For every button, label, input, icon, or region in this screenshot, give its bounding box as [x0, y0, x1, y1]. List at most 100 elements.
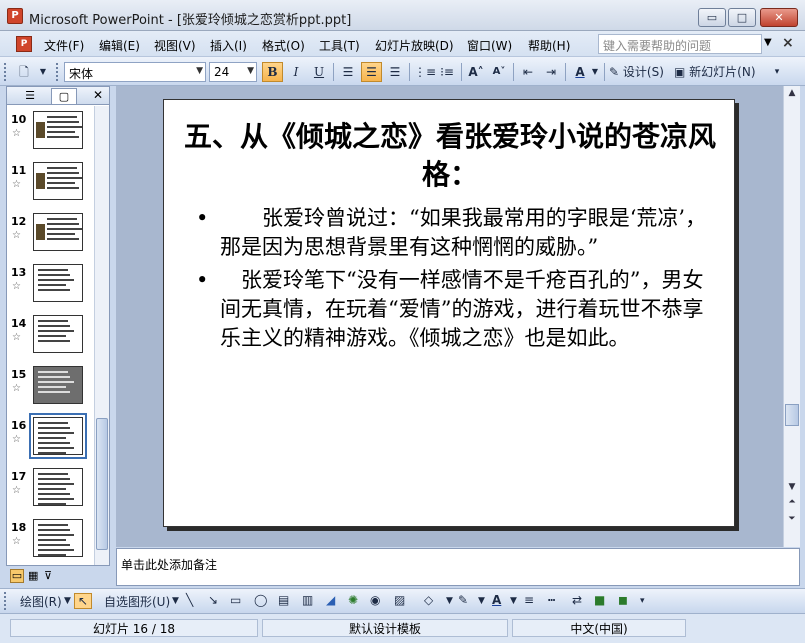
scrollbar-thumb[interactable] — [96, 418, 108, 550]
close-icon[interactable]: ✕ — [93, 88, 103, 102]
line-color-icon[interactable]: ✎ — [458, 593, 468, 607]
slide-preview[interactable] — [33, 111, 83, 149]
wordart-icon[interactable]: ◢ — [326, 593, 335, 607]
menu-insert[interactable]: 插入(I) — [210, 37, 247, 54]
chevron-down-icon[interactable]: ▼ — [510, 596, 517, 606]
slide-preview[interactable] — [33, 519, 83, 557]
3d-style-icon[interactable]: ◼ — [618, 593, 628, 607]
increase-indent-icon[interactable]: ⇥ — [541, 62, 561, 82]
design-button[interactable]: ✎ 设计(S) — [609, 62, 671, 82]
scroll-up-icon[interactable]: ▲ — [785, 87, 799, 101]
picture-icon[interactable]: ▨ — [394, 593, 405, 607]
new-document-icon[interactable]: 🗋 — [12, 62, 36, 82]
slide-thumbnail[interactable]: 14 ☆ — [7, 314, 93, 365]
vertical-textbox-icon[interactable]: ▥ — [302, 593, 313, 607]
current-slide[interactable]: 五、从《倾城之恋》看张爱玲小说的苍凉风格： 张爱玲曾说过：“如果我最常用的字眼是… — [163, 99, 735, 527]
toolbar-grip[interactable] — [56, 63, 59, 81]
help-search-input[interactable]: 键入需要帮助的问题 — [598, 34, 762, 54]
slide-body[interactable]: 张爱玲曾说过：“如果我最常用的字眼是‘荒凉’，那是因为思想背景里有这种惘惘的威胁… — [196, 204, 721, 357]
fill-color-icon[interactable]: ◇ — [424, 593, 433, 607]
tab-slides[interactable]: ▢ — [51, 88, 77, 104]
menu-slideshow[interactable]: 幻灯片放映(D) — [375, 37, 454, 54]
toolbar-options-icon[interactable]: ▾ — [640, 596, 645, 606]
slide-thumbnail[interactable]: 17 ☆ — [7, 467, 93, 518]
decrease-indent-icon[interactable]: ⇤ — [518, 62, 538, 82]
slideshow-icon[interactable]: ⊽ — [44, 569, 52, 582]
chevron-down-icon[interactable]: ▼ — [764, 37, 772, 48]
dash-style-icon[interactable]: ┅ — [548, 593, 555, 607]
numbered-list-icon[interactable]: ⋮≡ — [414, 62, 436, 82]
textbox-tool-icon[interactable]: ▤ — [278, 593, 289, 607]
slide-thumbnail[interactable]: 15 ☆ — [7, 365, 93, 416]
increase-font-icon[interactable]: A˄ — [466, 62, 486, 82]
diagram-icon[interactable]: ✺ — [348, 593, 358, 607]
chevron-down-icon[interactable]: ▼ — [64, 596, 71, 606]
underline-button[interactable]: U — [309, 62, 329, 82]
menu-view[interactable]: 视图(V) — [154, 37, 196, 54]
slide-preview[interactable] — [33, 366, 83, 404]
align-right-icon[interactable]: ☰ — [385, 62, 405, 82]
toolbar-options-icon[interactable]: ▾ — [770, 62, 784, 82]
chevron-down-icon[interactable]: ▼ — [172, 596, 179, 606]
slide-thumbnail[interactable]: 10 ☆ — [7, 110, 93, 161]
bold-button[interactable]: B — [262, 62, 283, 82]
slide-thumbnail[interactable]: 13 ☆ — [7, 263, 93, 314]
decrease-font-icon[interactable]: A˅ — [489, 62, 509, 82]
slide-preview[interactable] — [33, 468, 83, 506]
arrow-tool-icon[interactable]: ↘ — [208, 593, 218, 607]
arrow-style-icon[interactable]: ⇄ — [572, 593, 582, 607]
toolbar-grip[interactable] — [4, 592, 7, 610]
font-name-select[interactable]: 宋体 ▼ — [64, 62, 206, 82]
powerpoint-app-icon[interactable]: P — [7, 8, 23, 24]
font-color-icon[interactable]: A — [570, 62, 590, 82]
menu-file[interactable]: 文件(F) — [44, 37, 84, 54]
menu-help[interactable]: 帮助(H) — [528, 37, 570, 54]
slide-preview[interactable] — [33, 213, 83, 251]
notes-pane[interactable]: 单击此处添加备注 — [116, 548, 800, 586]
font-size-select[interactable]: 24 ▼ — [209, 62, 257, 82]
select-pointer-icon[interactable]: ↖ — [74, 593, 92, 609]
slide-bullet[interactable]: 张爱玲笔下“没有一样感情不是千疮百孔的”，男女间无真情，在玩着“爱情”的游戏，进… — [196, 266, 721, 353]
slide-thumbnail[interactable]: 11 ☆ — [7, 161, 93, 212]
slide-preview[interactable] — [33, 315, 83, 353]
previous-slide-icon[interactable]: ⏶ — [785, 496, 799, 510]
scroll-down-icon[interactable]: ▼ — [785, 481, 799, 495]
normal-view-icon[interactable]: ▭ — [10, 569, 24, 583]
toolbar-grip[interactable] — [4, 63, 7, 81]
align-center-icon[interactable]: ☰ — [361, 62, 382, 82]
shadow-style-icon[interactable]: ■ — [594, 593, 605, 607]
slide-scrollbar[interactable]: ▲ ▼ ⏶ ⏷ — [783, 86, 800, 547]
italic-button[interactable]: I — [286, 62, 306, 82]
document-icon[interactable]: P — [16, 36, 32, 52]
slide-title[interactable]: 五、从《倾城之恋》看张爱玲小说的苍凉风格： — [164, 118, 736, 194]
font-color-icon[interactable]: A — [492, 593, 501, 607]
tab-outline[interactable]: ☰ — [17, 88, 43, 104]
draw-menu-button[interactable]: 绘图(R) — [20, 593, 62, 610]
minimize-button[interactable]: ▭ — [698, 8, 726, 27]
slide-sorter-icon[interactable]: ▦ — [28, 569, 38, 582]
slide-thumbnail[interactable]: 12 ☆ — [7, 212, 93, 263]
slide-bullet[interactable]: 张爱玲曾说过：“如果我最常用的字眼是‘荒凉’，那是因为思想背景里有这种惘惘的威胁… — [196, 204, 721, 262]
close-document-icon[interactable]: × — [782, 35, 794, 51]
next-slide-icon[interactable]: ⏷ — [785, 513, 799, 527]
clipart-icon[interactable]: ◉ — [370, 593, 380, 607]
slide-thumbnail[interactable]: 16 ☆ — [7, 413, 93, 467]
menu-tools[interactable]: 工具(T) — [319, 37, 360, 54]
slide-preview[interactable] — [29, 413, 87, 459]
autoshapes-button[interactable]: 自选图形(U) — [104, 593, 170, 610]
slide-preview[interactable] — [33, 264, 83, 302]
bulleted-list-icon[interactable]: ⁝≡ — [437, 62, 457, 82]
oval-tool-icon[interactable]: ◯ — [254, 593, 267, 607]
menu-format[interactable]: 格式(O) — [262, 37, 305, 54]
line-tool-icon[interactable]: ╲ — [186, 593, 193, 607]
slide-preview[interactable] — [33, 162, 83, 200]
close-button[interactable]: ✕ — [760, 8, 798, 27]
menu-window[interactable]: 窗口(W) — [467, 37, 512, 54]
align-left-icon[interactable]: ☰ — [338, 62, 358, 82]
panel-scrollbar[interactable] — [94, 106, 109, 565]
chevron-down-icon[interactable]: ▼ — [446, 596, 453, 606]
chevron-down-icon[interactable]: ▼ — [36, 62, 50, 82]
chevron-down-icon[interactable]: ▼ — [590, 62, 600, 82]
rectangle-tool-icon[interactable]: ▭ — [230, 593, 241, 607]
line-style-icon[interactable]: ≡ — [524, 593, 534, 607]
